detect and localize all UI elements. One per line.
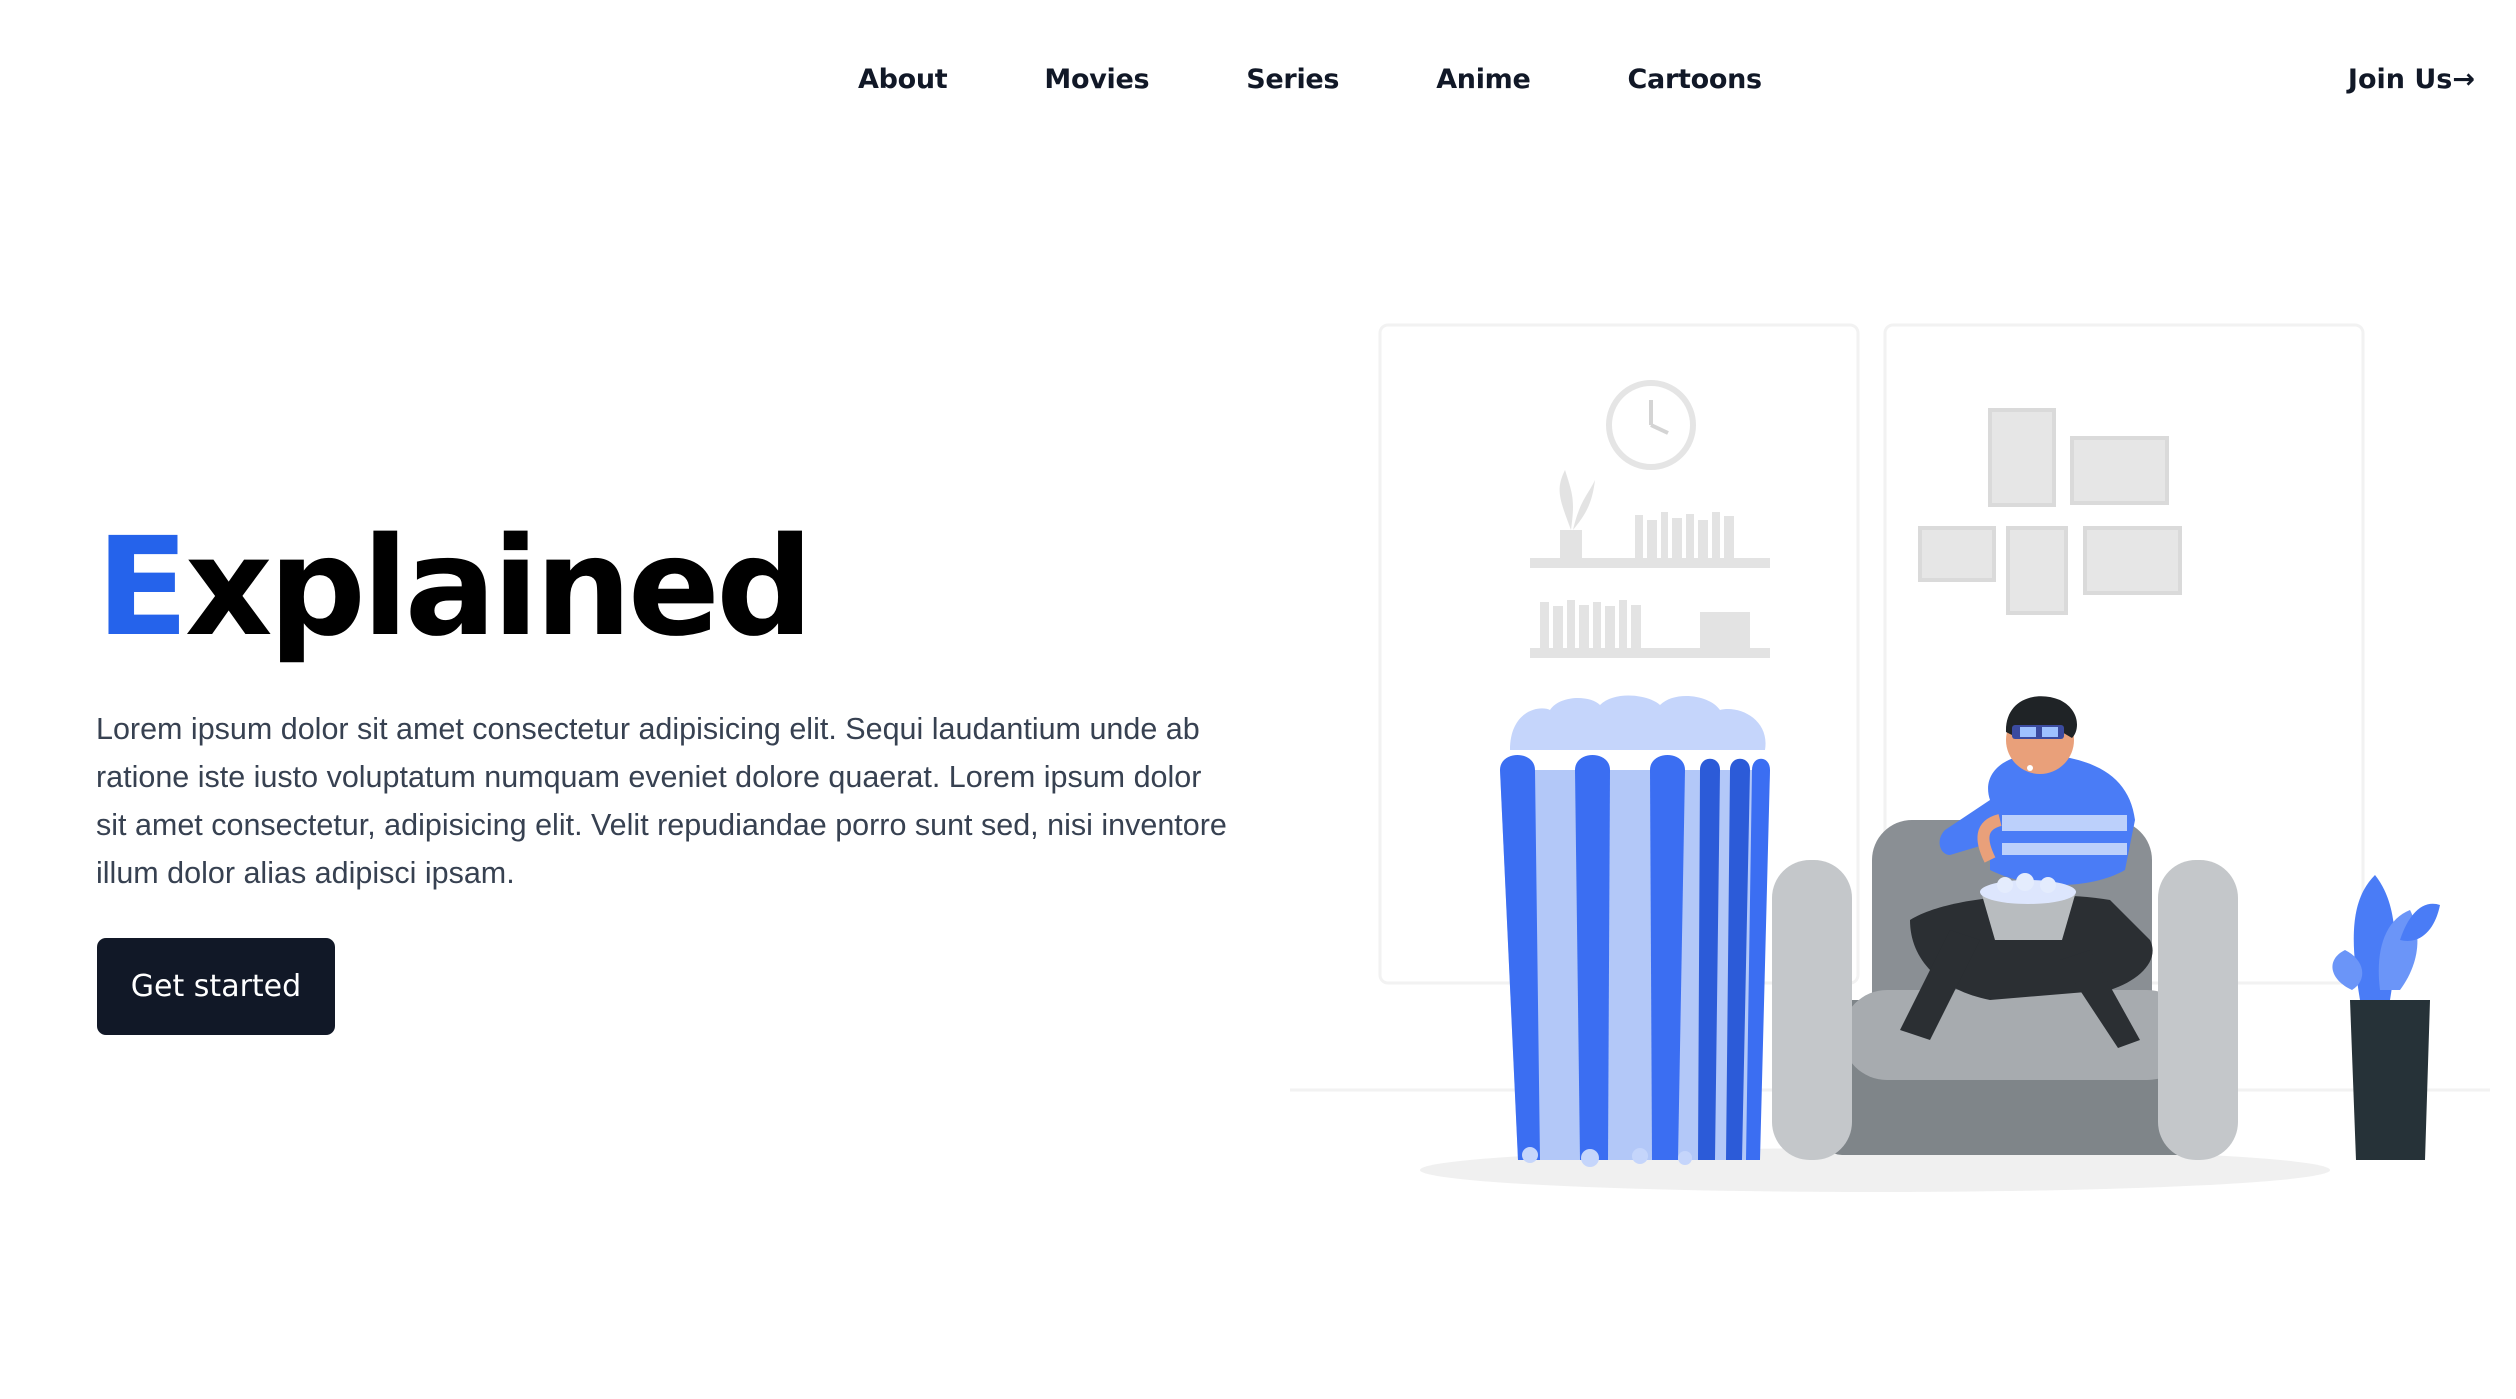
nav-link-cartoons[interactable]: Cartoons: [1628, 64, 1763, 95]
top-navbar: About Movies Series Anime Cartoons Join …: [0, 0, 2516, 170]
hero-title: Explained: [96, 520, 813, 656]
hero-description: Lorem ipsum dolor sit amet consectetur a…: [96, 712, 1227, 890]
clock-icon: [1606, 380, 1696, 470]
join-us-link[interactable]: Join Us→: [2348, 64, 2475, 95]
nav-link-anime[interactable]: Anime: [1436, 64, 1531, 95]
nav-link-movies[interactable]: Movies: [1044, 64, 1149, 95]
main-nav: About Movies Series Anime Cartoons: [858, 64, 1859, 95]
nav-link-series[interactable]: Series: [1246, 64, 1339, 95]
hero-title-accent: E: [96, 509, 189, 667]
hero-title-rest: xplained: [184, 509, 813, 667]
movie-watching-illustration: [1290, 323, 2490, 1192]
nav-link-about[interactable]: About: [858, 64, 948, 95]
get-started-button[interactable]: Get started: [97, 938, 335, 1035]
